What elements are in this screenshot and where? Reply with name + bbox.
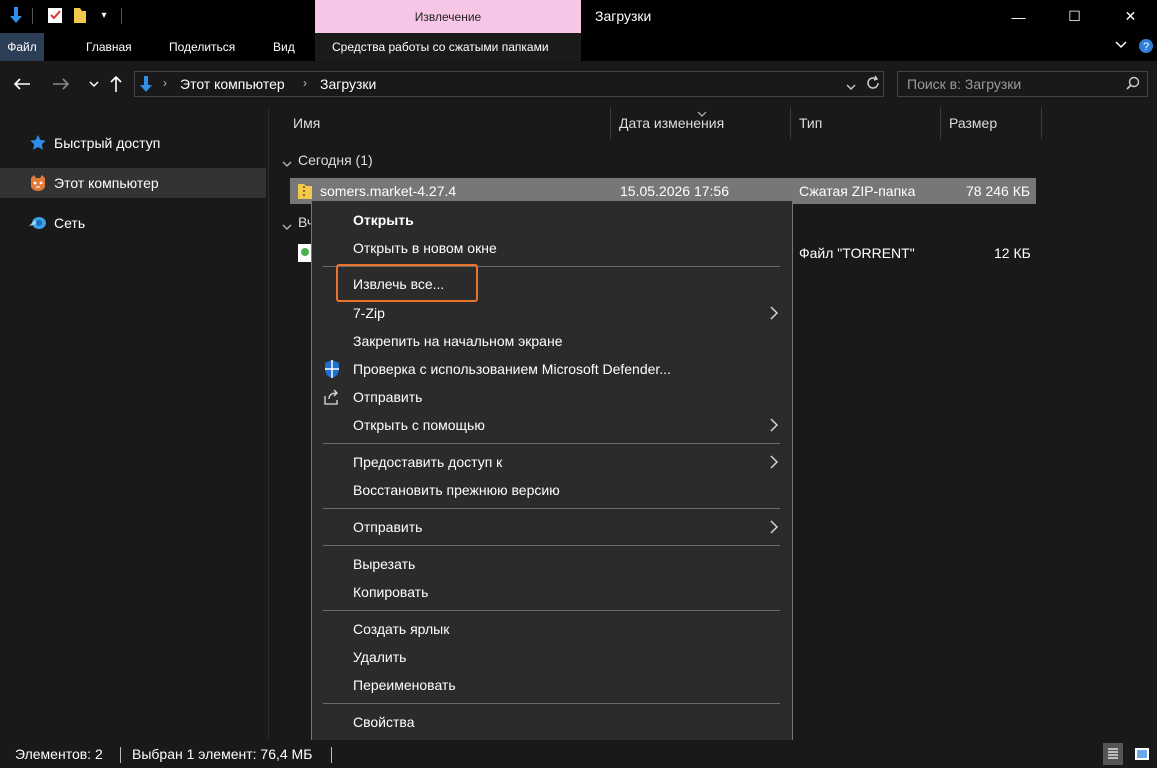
minimize-button[interactable]: — [990,0,1047,33]
menu-separator [323,703,780,704]
tab-compressed-folder-tools[interactable]: Средства работы со сжатыми папками [320,33,561,61]
sidebar-item-this-pc[interactable]: Этот компьютер [0,168,266,198]
menu-item-create-shortcut[interactable]: Создать ярлык [353,621,449,637]
column-header-date[interactable]: Дата изменения [619,107,724,139]
sidebar-item-label: Быстрый доступ [54,135,161,151]
group-collapse-chevron-icon[interactable] [282,155,292,173]
file-size: 12 КБ [994,245,1031,261]
refresh-icon[interactable] [865,75,881,96]
submenu-chevron-icon [766,454,782,470]
search-input[interactable]: Поиск в: Загрузки [897,71,1148,97]
menu-separator [323,508,780,509]
menu-item-cut[interactable]: Вырезать [353,556,415,572]
recent-locations-chevron-icon[interactable] [82,72,106,96]
downloads-arrow-icon [138,75,154,93]
menu-item-delete[interactable]: Удалить [353,649,406,665]
column-separator[interactable] [1041,107,1042,139]
defender-shield-icon [322,359,342,379]
status-separator [120,747,121,763]
menu-item-copy[interactable]: Копировать [353,584,428,600]
menu-item-open[interactable]: Открыть [353,212,414,228]
submenu-chevron-icon [766,417,782,433]
menu-separator [323,545,780,546]
collapse-ribbon-chevron-icon[interactable] [1114,38,1132,56]
group-collapse-chevron-icon[interactable] [282,218,292,236]
help-icon[interactable]: ? [1138,38,1156,56]
menu-item-restore-previous-versions[interactable]: Восстановить прежнюю версию [353,482,560,498]
menu-item-7zip[interactable]: 7-Zip [353,305,385,321]
tab-view[interactable]: Вид [261,33,307,61]
sidebar-item-label: Этот компьютер [54,175,159,191]
breadcrumb-chevron-icon[interactable]: › [303,76,307,90]
file-type: Файл "TORRENT" [799,245,915,261]
menu-item-open-with[interactable]: Открыть с помощью [353,417,485,433]
properties-icon[interactable] [46,6,64,24]
submenu-chevron-icon [766,519,782,535]
svg-text:?: ? [1143,41,1149,53]
sidebar-item-quick-access[interactable]: Быстрый доступ [0,128,266,158]
tab-file[interactable]: Файл [0,33,44,61]
large-icons-view-icon [1135,748,1149,760]
menu-item-extract-all[interactable]: Извлечь все... [353,276,444,292]
details-view-icon [1108,748,1118,759]
file-size: 78 246 КБ [966,183,1031,199]
tab-home[interactable]: Главная [74,33,144,61]
group-header-today[interactable]: Сегодня (1) [298,152,373,168]
customize-toolbar-chevron-icon[interactable]: ▾ [95,6,113,24]
menu-item-open-new-window[interactable]: Открыть в новом окне [353,240,497,256]
column-header-name[interactable]: Имя [293,107,320,139]
network-icon [28,213,48,233]
extract-context-tab-header[interactable]: Извлечение [315,0,581,33]
toolbar-separator [121,8,122,24]
submenu-chevron-icon [766,305,782,321]
menu-item-rename[interactable]: Переименовать [353,677,456,693]
this-pc-icon [28,173,48,193]
maximize-button[interactable]: ☐ [1046,0,1103,33]
share-icon [322,387,342,407]
breadcrumb-this-pc[interactable]: Этот компьютер [180,76,285,92]
sidebar-item-label: Сеть [54,215,86,231]
toolbar-separator [32,8,33,24]
file-type: Сжатая ZIP-папка [799,183,916,199]
breadcrumb-downloads[interactable]: Загрузки [320,76,376,92]
menu-item-share[interactable]: Отправить [353,389,422,405]
pane-divider[interactable] [268,107,269,740]
navigation-pane [0,107,268,740]
menu-item-send-to[interactable]: Отправить [353,519,422,535]
breadcrumb-chevron-icon[interactable]: › [163,76,167,90]
downloads-arrow-icon[interactable] [7,6,25,24]
status-separator [331,747,332,763]
details-view-button[interactable] [1103,743,1123,765]
menu-item-give-access-to[interactable]: Предоставить доступ к [353,454,502,470]
menu-separator [323,610,780,611]
search-icon [1126,76,1140,95]
menu-item-properties[interactable]: Свойства [353,714,414,730]
menu-item-defender-scan[interactable]: Проверка с использованием Microsoft Defe… [353,361,671,377]
file-date: 15.05.2026 17:56 [620,183,729,199]
status-selected: Выбран 1 элемент: 76,4 МБ [132,746,313,762]
back-button[interactable] [10,72,34,96]
tab-share[interactable]: Поделиться [157,33,247,61]
forward-button[interactable] [49,72,73,96]
sidebar-item-network[interactable]: Сеть [0,208,266,238]
menu-item-pin-to-start[interactable]: Закрепить на начальном экране [353,333,563,349]
up-button[interactable] [104,72,128,96]
star-icon [28,133,48,153]
file-name: somers.market-4.27.4 [320,183,457,199]
column-header-size[interactable]: Размер [949,107,997,139]
new-folder-icon[interactable] [71,6,89,24]
menu-separator [323,443,780,444]
large-icons-view-button[interactable] [1132,745,1152,763]
window-title: Загрузки [595,8,652,24]
column-separator[interactable] [790,107,791,139]
column-separator[interactable] [940,107,941,139]
address-dropdown-chevron-icon[interactable] [846,78,856,96]
column-separator[interactable] [610,107,611,139]
status-items-count: Элементов: 2 [15,746,103,762]
close-button[interactable]: ✕ [1102,0,1157,33]
column-header-type[interactable]: Тип [799,107,822,139]
